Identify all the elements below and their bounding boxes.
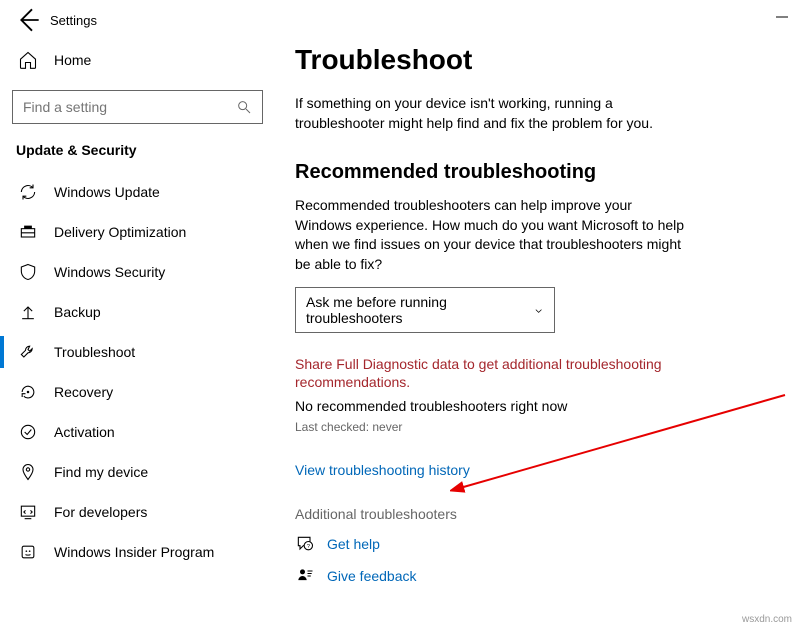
sidebar-item-label: Recovery xyxy=(54,384,113,400)
no-recommended-text: No recommended troubleshooters right now xyxy=(295,398,780,414)
watermark: wsxdn.com xyxy=(742,614,792,625)
troubleshoot-frequency-dropdown[interactable]: Ask me before running troubleshooters xyxy=(295,287,555,333)
sidebar-item-label: Backup xyxy=(54,304,101,320)
get-help-link[interactable]: Get help xyxy=(327,536,380,552)
sidebar-item-label: Activation xyxy=(54,424,115,440)
backup-icon xyxy=(18,302,38,322)
intro-text: If something on your device isn't workin… xyxy=(295,94,685,133)
last-checked-text: Last checked: never xyxy=(295,420,780,434)
sidebar-item-label: Home xyxy=(54,52,91,68)
sidebar-item-windows-insider[interactable]: Windows Insider Program xyxy=(12,532,263,572)
insider-icon xyxy=(18,542,38,562)
activation-icon xyxy=(18,422,38,442)
sidebar-item-delivery-optimization[interactable]: Delivery Optimization xyxy=(12,212,263,252)
sidebar-item-find-my-device[interactable]: Find my device xyxy=(12,452,263,492)
main-content: Troubleshoot If something on your device… xyxy=(275,40,800,629)
sync-icon xyxy=(18,182,38,202)
dropdown-value: Ask me before running troubleshooters xyxy=(306,294,533,326)
shield-icon xyxy=(18,262,38,282)
sidebar-item-windows-update[interactable]: Windows Update xyxy=(12,172,263,212)
search-field[interactable] xyxy=(23,99,236,115)
diagnostic-warning: Share Full Diagnostic data to get additi… xyxy=(295,355,675,393)
sidebar-item-label: Windows Update xyxy=(54,184,160,200)
location-icon xyxy=(18,462,38,482)
additional-troubleshooters-link[interactable]: Additional troubleshooters xyxy=(295,506,780,522)
recommended-text: Recommended troubleshooters can help imp… xyxy=(295,196,685,274)
sidebar-item-home[interactable]: Home xyxy=(12,40,263,80)
sidebar-item-troubleshoot[interactable]: Troubleshoot xyxy=(12,332,263,372)
developer-icon xyxy=(18,502,38,522)
back-button[interactable] xyxy=(12,4,44,36)
search-input[interactable] xyxy=(12,90,263,124)
sidebar-item-windows-security[interactable]: Windows Security xyxy=(12,252,263,292)
sidebar-item-label: For developers xyxy=(54,504,147,520)
history-link[interactable]: View troubleshooting history xyxy=(295,462,780,478)
sidebar-section-title: Update & Security xyxy=(12,142,263,158)
sidebar-item-activation[interactable]: Activation xyxy=(12,412,263,452)
app-title: Settings xyxy=(50,13,97,28)
sidebar-item-label: Windows Insider Program xyxy=(54,544,214,560)
sidebar-item-label: Find my device xyxy=(54,464,148,480)
sidebar-item-for-developers[interactable]: For developers xyxy=(12,492,263,532)
sidebar-item-backup[interactable]: Backup xyxy=(12,292,263,332)
sidebar-item-recovery[interactable]: Recovery xyxy=(12,372,263,412)
minimize-button[interactable] xyxy=(776,10,788,26)
sidebar-item-label: Troubleshoot xyxy=(54,344,135,360)
sidebar-item-label: Windows Security xyxy=(54,264,165,280)
feedback-icon xyxy=(295,566,315,586)
get-help-icon: ? xyxy=(295,534,315,554)
delivery-icon xyxy=(18,222,38,242)
chevron-down-icon xyxy=(533,304,544,316)
search-icon xyxy=(236,99,252,115)
page-title: Troubleshoot xyxy=(295,44,780,76)
sidebar-item-label: Delivery Optimization xyxy=(54,224,186,240)
sidebar: Home Update & Security Windows Update De… xyxy=(0,40,275,629)
home-icon xyxy=(18,50,38,70)
troubleshoot-icon xyxy=(18,342,38,362)
recovery-icon xyxy=(18,382,38,402)
give-feedback-link[interactable]: Give feedback xyxy=(327,568,417,584)
recommended-heading: Recommended troubleshooting xyxy=(295,161,780,184)
